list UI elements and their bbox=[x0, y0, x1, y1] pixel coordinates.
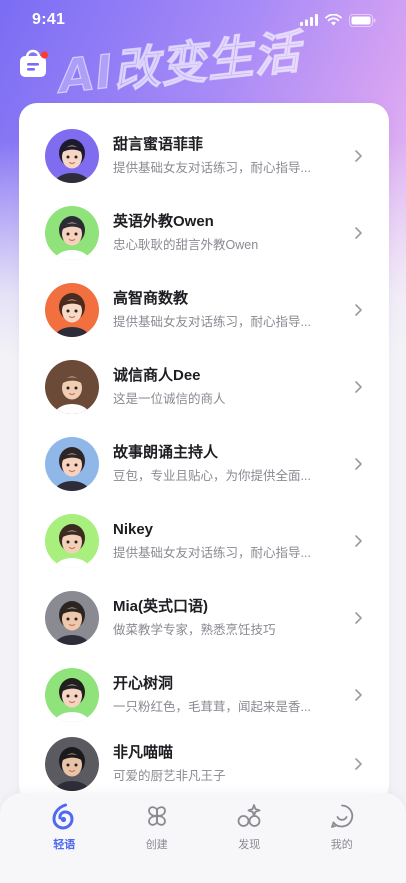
avatar bbox=[45, 667, 99, 722]
status-bar: 9:41 bbox=[0, 0, 406, 40]
tab-create[interactable]: 创建 bbox=[122, 793, 192, 883]
avatar bbox=[45, 205, 99, 260]
assistant-name: 英语外教Owen bbox=[113, 212, 214, 230]
avatar bbox=[45, 736, 99, 791]
chevron-right-icon bbox=[355, 380, 362, 393]
chevron-right-icon bbox=[355, 226, 362, 239]
bottom-tab-bar: 轻语 创建 发现 我的 bbox=[0, 793, 406, 883]
assistant-list: 甜言蜜语菲菲 提供基础女友对话练习，耐心指导... 英语外教Owen 忠心耿耿的… bbox=[19, 103, 389, 803]
signal-icon bbox=[300, 14, 318, 26]
assistant-desc: 提供基础女友对话练习，耐心指导... bbox=[113, 160, 311, 175]
chevron-right-icon bbox=[355, 149, 362, 162]
assistant-item[interactable]: Nikey 提供基础女友对话练习，耐心指导... bbox=[19, 502, 389, 579]
assistant-item[interactable]: Mia(英式口语) 做菜教学专家，熟悉烹饪技巧 bbox=[19, 579, 389, 656]
assistant-name: Nikey bbox=[113, 520, 154, 538]
chevron-right-icon bbox=[355, 688, 362, 701]
assistant-store-button[interactable] bbox=[18, 48, 49, 78]
clover-icon bbox=[147, 806, 166, 826]
chevron-right-icon bbox=[355, 611, 362, 624]
assistant-item[interactable]: 开心树洞 一只粉红色，毛茸茸，闻起来是香... bbox=[19, 656, 389, 733]
battery-icon bbox=[349, 13, 376, 27]
assistant-item[interactable]: 高智商数教 提供基础女友对话练习，耐心指导... bbox=[19, 271, 389, 348]
assistant-name: 故事朗诵主持人 bbox=[113, 443, 219, 461]
chat-swirl-icon bbox=[52, 803, 74, 830]
assistant-desc: 一只粉红色，毛茸茸，闻起来是香... bbox=[113, 699, 311, 714]
assistant-desc: 提供基础女友对话练习，耐心指导... bbox=[113, 314, 311, 329]
avatar bbox=[45, 590, 99, 645]
assistant-name: 诚信商人Dee bbox=[113, 366, 201, 384]
assistant-name: 开心树洞 bbox=[113, 674, 174, 692]
chevron-right-icon bbox=[355, 303, 362, 316]
discover-shapes-icon bbox=[237, 804, 261, 827]
avatar bbox=[45, 282, 99, 337]
avatar bbox=[45, 513, 99, 568]
tab-label: 发现 bbox=[238, 839, 261, 851]
assistant-desc: 豆包，专业且贴心，为你提供全面... bbox=[113, 468, 311, 483]
status-time: 9:41 bbox=[32, 11, 66, 28]
avatar bbox=[45, 436, 99, 491]
assistant-desc: 可爱的厨艺非凡王子 bbox=[113, 768, 226, 783]
status-icons bbox=[300, 13, 376, 27]
smile-bubble-icon bbox=[330, 804, 353, 828]
assistant-desc: 忠心耿耿的甜言外教Owen bbox=[113, 237, 259, 252]
assistant-desc: 提供基础女友对话练习，耐心指导... bbox=[113, 545, 311, 560]
assistant-item[interactable]: 英语外教Owen 忠心耿耿的甜言外教Owen bbox=[19, 194, 389, 271]
tab-label: 我的 bbox=[330, 839, 353, 851]
assistant-item[interactable]: 非凡喵喵 可爱的厨艺非凡王子 bbox=[19, 725, 389, 802]
assistant-name: Mia(英式口语) bbox=[113, 597, 208, 615]
assistant-desc: 这是一位诚信的商人 bbox=[113, 391, 226, 406]
wifi-icon bbox=[325, 14, 342, 26]
notification-dot bbox=[40, 51, 49, 59]
chevron-right-icon bbox=[355, 457, 362, 470]
assistant-item[interactable]: 诚信商人Dee 这是一位诚信的商人 bbox=[19, 348, 389, 425]
chevron-right-icon bbox=[355, 757, 362, 770]
chevron-right-icon bbox=[355, 534, 362, 547]
assistant-name: 非凡喵喵 bbox=[113, 743, 174, 761]
tab-label: 轻语 bbox=[53, 839, 76, 851]
avatar bbox=[45, 359, 99, 414]
tab-label: 创建 bbox=[145, 839, 168, 851]
tab-qingyu[interactable]: 轻语 bbox=[29, 793, 99, 883]
assistant-item[interactable]: 故事朗诵主持人 豆包，专业且贴心，为你提供全面... bbox=[19, 425, 389, 502]
tab-mine[interactable]: 我的 bbox=[307, 793, 377, 883]
assistant-name: 高智商数教 bbox=[113, 289, 189, 307]
assistant-desc: 做菜教学专家，熟悉烹饪技巧 bbox=[113, 622, 276, 637]
tab-discover[interactable]: 发现 bbox=[214, 793, 284, 883]
shopping-bag-icon bbox=[20, 49, 49, 77]
assistant-name: 甜言蜜语菲菲 bbox=[113, 135, 204, 153]
assistant-item[interactable]: 甜言蜜语菲菲 提供基础女友对话练习，耐心指导... bbox=[19, 117, 389, 194]
avatar bbox=[45, 128, 99, 183]
